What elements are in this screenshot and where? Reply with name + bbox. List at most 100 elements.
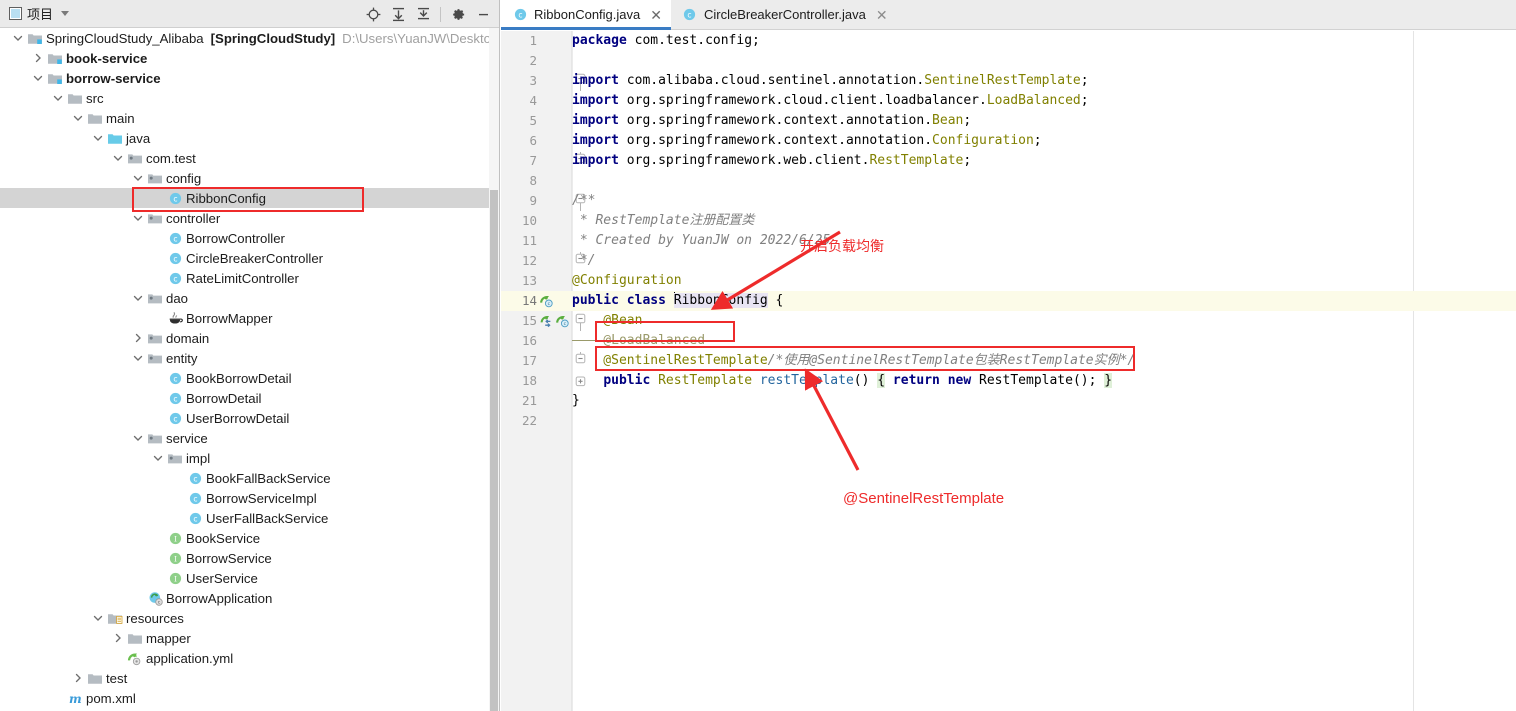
project-tree[interactable]: SpringCloudStudy_Alibaba [SpringCloudStud… xyxy=(0,28,499,711)
chevron-right-icon[interactable] xyxy=(70,668,86,688)
line-number: 1 xyxy=(529,33,537,48)
code-line[interactable]: 13 @Configuration xyxy=(501,271,1516,291)
close-icon[interactable]: ✕ xyxy=(650,8,662,22)
tree-item-application-yml[interactable]: application.yml xyxy=(0,648,499,668)
code-line[interactable]: 4 import org.springframework.cloud.client… xyxy=(501,91,1516,111)
module-icon xyxy=(46,68,64,88)
tree-item-borrow-service[interactable]: borrow-service xyxy=(0,68,499,88)
tree-item-controller[interactable]: controller xyxy=(0,208,499,228)
chevron-down-icon[interactable] xyxy=(130,168,146,188)
code-line[interactable]: 22 xyxy=(501,411,1516,431)
tree-item-entity[interactable]: entity xyxy=(0,348,499,368)
chevron-down-icon[interactable] xyxy=(30,68,46,88)
sidebar-scrollbar-thumb[interactable] xyxy=(490,190,498,711)
close-icon[interactable]: ✕ xyxy=(876,8,888,22)
chevron-down-icon[interactable] xyxy=(50,88,66,108)
tree-item-bookfallbackservice[interactable]: c BookFallBackService xyxy=(0,468,499,488)
tree-item-borrowcontroller[interactable]: c BorrowController xyxy=(0,228,499,248)
code-line[interactable]: 8 xyxy=(501,171,1516,191)
chevron-right-icon[interactable] xyxy=(130,328,146,348)
chevron-down-icon[interactable] xyxy=(61,11,70,16)
chevron-right-icon[interactable] xyxy=(30,48,46,68)
code-line[interactable]: 7 import org.springframework.web.client.R… xyxy=(501,151,1516,171)
code-line[interactable]: 15 c @Bean xyxy=(501,311,1516,331)
chevron-down-icon[interactable] xyxy=(110,148,126,168)
code-text: /** xyxy=(572,191,595,211)
chevron-down-icon[interactable] xyxy=(130,288,146,308)
project-title-group[interactable]: 项目 xyxy=(0,4,70,23)
code-line[interactable]: 16 @LoadBalanced xyxy=(501,331,1516,351)
chevron-down-icon[interactable] xyxy=(130,208,146,228)
tree-item-ratelimitcontroller[interactable]: c RateLimitController xyxy=(0,268,499,288)
tree-item-bookservice[interactable]: I BookService xyxy=(0,528,499,548)
tree-item-userfallbackservice[interactable]: c UserFallBackService xyxy=(0,508,499,528)
tree-item-borrowmapper[interactable]: BorrowMapper xyxy=(0,308,499,328)
tree-item-pom-xml[interactable]: m pom.xml xyxy=(0,688,499,708)
code-lines[interactable]: 1 package com.test.config; 2 3 import com.al… xyxy=(501,31,1516,431)
project-tool-window-header: 项目 xyxy=(0,0,499,28)
tree-item-circlebreakercontroller[interactable]: c CircleBreakerController xyxy=(0,248,499,268)
code-line[interactable]: 21} xyxy=(501,391,1516,411)
sidebar-scrollbar-track[interactable] xyxy=(489,28,499,711)
tree-item-userservice[interactable]: I UserService xyxy=(0,568,499,588)
code-editor[interactable]: 1 package com.test.config; 2 3 import com.al… xyxy=(501,31,1516,711)
tree-item-resources[interactable]: resources xyxy=(0,608,499,628)
tree-item-borrowdetail[interactable]: c BorrowDetail xyxy=(0,388,499,408)
tree-item-config[interactable]: config xyxy=(0,168,499,188)
tree-item-book-service[interactable]: book-service xyxy=(0,48,499,68)
tree-item-main[interactable]: main xyxy=(0,108,499,128)
editor-tab-ribbonconfig-java[interactable]: c RibbonConfig.java ✕ xyxy=(501,0,671,30)
tree-item-label: BookService xyxy=(186,530,261,546)
chevron-down-icon[interactable] xyxy=(130,348,146,368)
tree-item-springcloudstudy-alibaba[interactable]: SpringCloudStudy_Alibaba [SpringCloudStud… xyxy=(0,28,499,48)
tree-item-service[interactable]: service xyxy=(0,428,499,448)
tree-item-ribbonconfig[interactable]: c RibbonConfig xyxy=(0,188,499,208)
chevron-down-icon[interactable] xyxy=(90,128,106,148)
code-line[interactable]: 3 import com.alibaba.cloud.sentinel.annot… xyxy=(501,71,1516,91)
code-token: } xyxy=(1104,373,1113,388)
code-line[interactable]: 10 * RestTemplate注册配置类 xyxy=(501,211,1516,231)
expand-all-icon[interactable] xyxy=(386,2,410,26)
locate-icon[interactable] xyxy=(361,2,385,26)
code-line[interactable]: 1 package com.test.config; xyxy=(501,31,1516,51)
tree-item-test[interactable]: test xyxy=(0,668,499,688)
chevron-down-icon[interactable] xyxy=(150,448,166,468)
chevron-down-icon[interactable] xyxy=(70,108,86,128)
tree-item-borrowservice[interactable]: I BorrowService xyxy=(0,548,499,568)
code-token: import xyxy=(572,113,627,128)
chevron-down-icon[interactable] xyxy=(130,428,146,448)
code-line[interactable]: 6 import org.springframework.context.anno… xyxy=(501,131,1516,151)
spring-bean-gutter-icon[interactable]: c xyxy=(540,294,554,308)
code-line[interactable]: 9 /** xyxy=(501,191,1516,211)
code-line[interactable]: 5 import org.springframework.context.anno… xyxy=(501,111,1516,131)
tree-item-impl[interactable]: impl xyxy=(0,448,499,468)
tree-item-label: impl xyxy=(186,450,211,466)
tree-item-domain[interactable]: domain xyxy=(0,328,499,348)
tree-item-userborrowdetail[interactable]: c UserBorrowDetail xyxy=(0,408,499,428)
tree-item-borrowapplication[interactable]: c BorrowApplication xyxy=(0,588,499,608)
spring-navigate-gutter-icon[interactable] xyxy=(540,314,554,328)
chevron-down-icon[interactable] xyxy=(90,608,106,628)
java-class-icon: c xyxy=(166,268,184,288)
line-number: 17 xyxy=(521,353,537,368)
minimize-icon[interactable] xyxy=(471,2,495,26)
code-line[interactable]: 17 @SentinelRestTemplate/*使用@SentinelRes… xyxy=(501,351,1516,371)
gear-icon[interactable] xyxy=(446,2,470,26)
code-line[interactable]: 18 public RestTemplate restTemplate() { … xyxy=(501,371,1516,391)
tree-item-bookborrowdetail[interactable]: c BookBorrowDetail xyxy=(0,368,499,388)
chevron-down-icon[interactable] xyxy=(10,28,26,48)
chevron-right-icon[interactable] xyxy=(110,628,126,648)
code-line[interactable]: 14 c public class RibbonConfig { xyxy=(501,291,1516,311)
editor-tab-circlebreakercontroller-java[interactable]: c CircleBreakerController.java ✕ xyxy=(670,0,897,29)
tree-item-java[interactable]: java xyxy=(0,128,499,148)
tree-item-src[interactable]: src xyxy=(0,88,499,108)
code-line[interactable]: 2 xyxy=(501,51,1516,71)
code-line[interactable]: 11 * Created by YuanJW on 2022/6/25 xyxy=(501,231,1516,251)
tree-item-mapper[interactable]: mapper xyxy=(0,628,499,648)
code-line[interactable]: 12 */ xyxy=(501,251,1516,271)
tree-item-borrowserviceimpl[interactable]: c BorrowServiceImpl xyxy=(0,488,499,508)
collapse-all-icon[interactable] xyxy=(411,2,435,26)
tree-item-dao[interactable]: dao xyxy=(0,288,499,308)
tree-item-com-test[interactable]: com.test xyxy=(0,148,499,168)
spring-bean-gutter-icon[interactable]: c xyxy=(556,314,570,328)
